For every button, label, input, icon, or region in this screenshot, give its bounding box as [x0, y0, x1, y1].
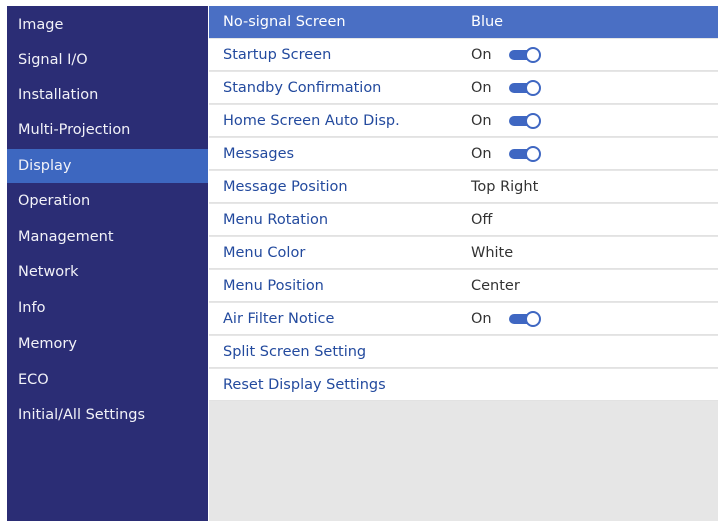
toggle-switch-on[interactable] [509, 146, 541, 162]
setting-value: On [471, 47, 492, 63]
setting-label: Standby Confirmation [223, 80, 382, 96]
display-menu-window: Image Signal I/O Installation Multi-Proj… [7, 6, 718, 521]
setting-row-standby-confirmation[interactable]: Standby Confirmation On [209, 72, 718, 104]
setting-value: Off [471, 212, 493, 228]
sidebar-item-initial-all-settings[interactable]: Initial/All Settings [7, 398, 208, 432]
setting-value: On [471, 311, 492, 327]
setting-label: No-signal Screen [223, 14, 346, 30]
setting-row-message-position[interactable]: Message Position Top Right [209, 171, 718, 203]
setting-row-air-filter-notice[interactable]: Air Filter Notice On [209, 303, 718, 335]
setting-value: Blue [471, 14, 504, 30]
setting-row-startup-screen[interactable]: Startup Screen On [209, 39, 718, 71]
sidebar-item-management[interactable]: Management [7, 220, 208, 254]
sidebar-item-operation[interactable]: Operation [7, 184, 208, 218]
setting-row-menu-color[interactable]: Menu Color White [209, 237, 718, 269]
setting-label: Reset Display Settings [223, 377, 386, 393]
setting-label: Home Screen Auto Disp. [223, 113, 400, 129]
setting-value: White [471, 245, 514, 261]
setting-row-split-screen-setting[interactable]: Split Screen Setting [209, 336, 718, 368]
setting-row-reset-display-settings[interactable]: Reset Display Settings [209, 369, 718, 401]
setting-row-menu-position[interactable]: Menu Position Center [209, 270, 718, 302]
setting-row-home-screen-auto-disp[interactable]: Home Screen Auto Disp. On [209, 105, 718, 137]
settings-panel: No-signal Screen Blue Startup Screen On … [209, 6, 718, 521]
sidebar-item-network[interactable]: Network [7, 255, 208, 289]
setting-label: Menu Rotation [223, 212, 329, 228]
setting-value: Top Right [471, 179, 539, 195]
sidebar-item-installation[interactable]: Installation [7, 78, 208, 112]
sidebar-item-multi-projection[interactable]: Multi-Projection [7, 113, 208, 147]
toggle-switch-on[interactable] [509, 113, 541, 129]
setting-label: Split Screen Setting [223, 344, 367, 360]
setting-value: On [471, 146, 492, 162]
toggle-switch-on[interactable] [509, 311, 541, 327]
setting-value: Center [471, 278, 520, 294]
setting-row-no-signal-screen[interactable]: No-signal Screen Blue [209, 6, 718, 38]
toggle-switch-on[interactable] [509, 80, 541, 96]
sidebar-item-signal-io[interactable]: Signal I/O [7, 43, 208, 77]
sidebar-item-eco[interactable]: ECO [7, 363, 208, 397]
sidebar-item-info[interactable]: Info [7, 291, 208, 325]
setting-value: On [471, 80, 492, 96]
setting-label: Message Position [223, 179, 348, 195]
setting-label: Menu Position [223, 278, 324, 294]
setting-row-menu-rotation[interactable]: Menu Rotation Off [209, 204, 718, 236]
setting-row-messages[interactable]: Messages On [209, 138, 718, 170]
sidebar-item-memory[interactable]: Memory [7, 327, 208, 361]
setting-label: Menu Color [223, 245, 306, 261]
sidebar-item-image[interactable]: Image [7, 8, 208, 42]
setting-label: Air Filter Notice [223, 311, 335, 327]
toggle-switch-on[interactable] [509, 47, 541, 63]
setting-label: Startup Screen [223, 47, 332, 63]
sidebar-menu: Image Signal I/O Installation Multi-Proj… [7, 6, 208, 521]
sidebar-item-display[interactable]: Display [7, 149, 208, 183]
setting-value: On [471, 113, 492, 129]
setting-label: Messages [223, 146, 295, 162]
